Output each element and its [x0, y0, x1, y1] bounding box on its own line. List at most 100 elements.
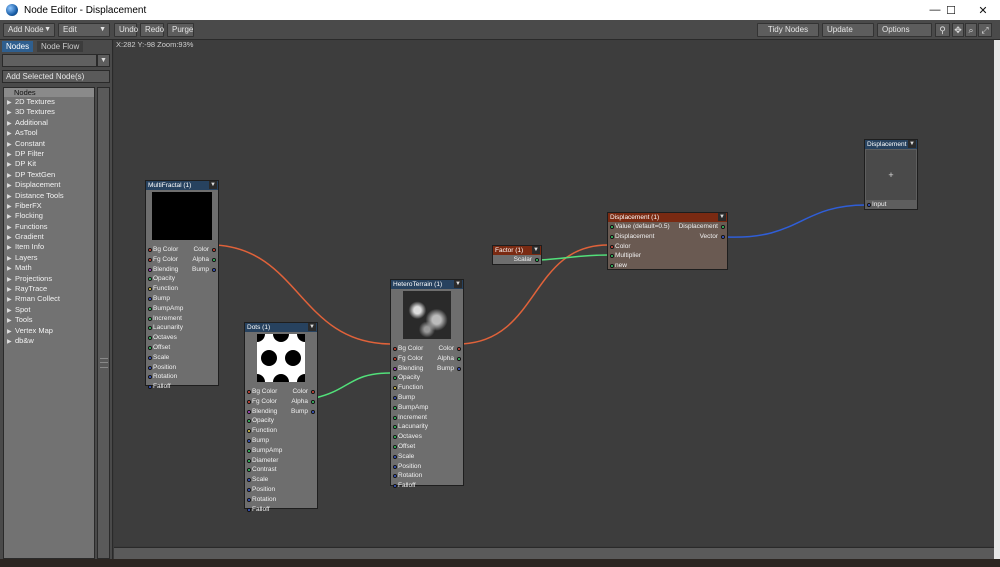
chevron-down-icon[interactable]: ▼ [209, 181, 217, 189]
input-port[interactable] [148, 365, 152, 370]
chevron-down-icon[interactable]: ▼ [308, 323, 316, 331]
input-port[interactable] [148, 336, 152, 341]
input-port[interactable] [247, 478, 251, 483]
input-port[interactable] [247, 419, 251, 424]
undo-button[interactable]: Undo [114, 23, 138, 37]
output-port[interactable] [457, 347, 461, 351]
input-port[interactable] [393, 405, 397, 410]
chevron-down-icon[interactable]: ▼ [908, 140, 916, 148]
tab-node-flow[interactable]: Node Flow [37, 41, 84, 52]
close-button[interactable]: ✕ [966, 0, 1000, 20]
output-port[interactable] [311, 409, 315, 414]
input-port[interactable] [393, 386, 397, 391]
zoom-view-icon[interactable]: ⌕ [965, 23, 977, 37]
input-port[interactable] [148, 296, 152, 301]
input-port[interactable] [393, 464, 397, 469]
input-port[interactable] [610, 264, 614, 269]
output-port[interactable] [457, 366, 461, 371]
node-multifractal[interactable]: MultiFractal (1) ▼ Bg Color Color Fg Color A… [145, 180, 219, 390]
search-dropdown-chevron-down-icon[interactable]: ▼ [97, 54, 110, 67]
maximize-view-icon[interactable]: ⤢ [978, 23, 992, 37]
chevron-down-icon[interactable]: ▼ [718, 213, 726, 221]
node-displacement-output[interactable]: Displacement ▼ + Input [864, 139, 918, 210]
input-port[interactable] [148, 355, 152, 360]
node-heteroterrain[interactable]: HeteroTerrain (1) ▼ Bg Color Color Fg Color… [390, 279, 464, 489]
input-port[interactable] [393, 425, 397, 430]
node-category-item[interactable]: ▶ Additional [4, 118, 94, 128]
node-header[interactable]: HeteroTerrain (1) ▼ [391, 280, 463, 289]
horizontal-scrollbar[interactable] [114, 547, 994, 559]
input-port[interactable] [610, 225, 614, 229]
edit-dropdown[interactable]: Edit ▼ [58, 23, 110, 37]
input-port[interactable] [148, 375, 152, 380]
input-port[interactable] [148, 248, 152, 252]
input-port[interactable] [393, 444, 397, 449]
input-port[interactable] [247, 399, 251, 404]
node-category-item[interactable]: ▶ AsTool [4, 128, 94, 138]
add-selected-nodes-button[interactable]: Add Selected Node(s) [2, 70, 110, 83]
output-port[interactable] [457, 356, 461, 361]
node-category-item[interactable]: ▶ Item Info [4, 242, 94, 252]
output-port-scalar[interactable] [535, 258, 539, 262]
input-port[interactable] [393, 474, 397, 479]
input-port[interactable] [393, 435, 397, 440]
input-port[interactable] [393, 356, 397, 361]
search-input[interactable] [2, 54, 97, 67]
input-port[interactable] [148, 277, 152, 282]
pin-icon[interactable]: ⚲ [935, 23, 950, 37]
input-port[interactable] [148, 287, 152, 292]
options-button[interactable]: Options [877, 23, 932, 37]
move-view-icon[interactable]: ✥ [952, 23, 964, 37]
input-port[interactable] [393, 395, 397, 400]
input-port[interactable] [393, 376, 397, 381]
tidy-nodes-button[interactable]: Tidy Nodes [757, 23, 819, 37]
node-category-item[interactable]: ▶ Projections [4, 274, 94, 284]
node-category-item[interactable]: ▶ Distance Tools [4, 191, 94, 201]
node-category-item[interactable]: ▶ Vertex Map [4, 326, 94, 336]
input-port[interactable] [247, 409, 251, 414]
node-header[interactable]: MultiFractal (1) ▼ [146, 181, 218, 190]
node-category-item[interactable]: ▶ DP Kit [4, 159, 94, 169]
redo-button[interactable]: Redo [140, 23, 164, 37]
input-port[interactable] [393, 366, 397, 371]
node-category-item[interactable]: ▶ Rman Collect [4, 294, 94, 304]
node-category-item[interactable]: ▶ DP TextGen [4, 170, 94, 180]
input-port[interactable] [393, 415, 397, 420]
input-port[interactable] [148, 306, 152, 311]
node-category-item[interactable]: ▶ Math [4, 263, 94, 273]
node-category-item[interactable]: ▶ RayTrace [4, 284, 94, 294]
input-port[interactable] [247, 429, 251, 434]
input-port[interactable] [148, 385, 152, 390]
output-port[interactable] [212, 267, 216, 272]
input-port[interactable] [148, 326, 152, 331]
add-node-dropdown[interactable]: Add Node ▼ [3, 23, 55, 37]
node-category-item[interactable]: ▶ Flocking [4, 211, 94, 221]
node-category-item[interactable]: ▶ Tools [4, 315, 94, 325]
output-port[interactable] [721, 225, 725, 229]
input-port[interactable] [610, 254, 614, 259]
node-dots[interactable]: Dots (1) ▼ Bg Color Color Fg Color Alpha Blen… [244, 322, 318, 513]
input-port[interactable] [247, 497, 251, 502]
input-port[interactable] [247, 468, 251, 473]
node-category-item[interactable]: ▶ Constant [4, 139, 94, 149]
node-header[interactable]: Factor (1) ▼ [493, 246, 541, 255]
node-header[interactable]: Displacement ▼ [865, 140, 917, 149]
node-category-item[interactable]: ▶ Layers [4, 253, 94, 263]
input-port[interactable] [610, 244, 614, 249]
output-port[interactable] [721, 234, 725, 239]
output-port[interactable] [212, 257, 216, 262]
input-port[interactable] [247, 487, 251, 492]
purge-button[interactable]: Purge [167, 23, 194, 37]
input-port[interactable] [247, 438, 251, 443]
panel-splitter[interactable] [97, 87, 110, 559]
input-port[interactable] [393, 484, 397, 489]
input-port[interactable] [610, 234, 614, 239]
input-port[interactable] [148, 267, 152, 272]
tab-nodes[interactable]: Nodes [2, 41, 34, 52]
input-port[interactable] [247, 390, 251, 394]
input-port[interactable] [247, 507, 251, 512]
input-port[interactable] [148, 345, 152, 350]
node-factor[interactable]: Factor (1) ▼ Scalar [492, 245, 542, 265]
update-button[interactable]: Update [822, 23, 874, 37]
node-header[interactable]: Displacement (1) ▼ [608, 213, 727, 222]
